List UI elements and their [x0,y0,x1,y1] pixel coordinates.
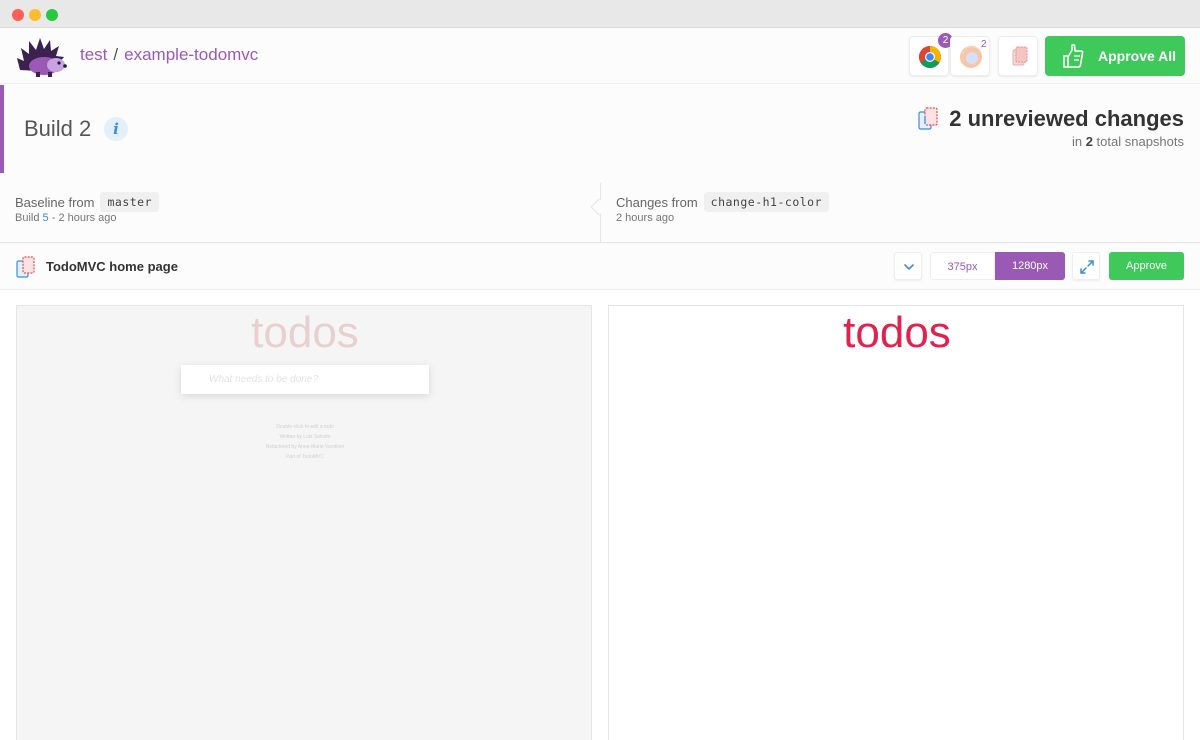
width-selector: 375px 1280px [930,252,1065,280]
build-summary: Build 2 i 2 unreviewed changes in 2 tota… [0,85,1200,173]
baseline-build-link[interactable]: 5 [43,212,49,224]
snapshot-header: TodoMVC home page 375px 1280px Approve [0,243,1200,290]
collapse-snapshot-button[interactable] [894,252,922,280]
expand-icon [1080,260,1094,274]
baseline-footer-line: Written by Luis Salvato [279,434,331,440]
total-snapshots-suffix: total snapshots [1096,134,1184,149]
close-window-button[interactable] [12,9,24,21]
changes-time: 2 hours ago [616,212,675,224]
baseline-branch: Baseline from master [15,192,160,212]
unreviewed-changes-summary: 2 unreviewed changes [917,106,1184,132]
branch-comparison: Baseline from master Build 5 - 2 hours a… [0,173,1200,243]
changed-todos-heading: todos [843,308,951,357]
changes-branch: Changes from change-h1-color [616,192,830,212]
baseline-branch-name: master [100,192,160,212]
changed-snapshot-panel[interactable]: todos [608,305,1184,740]
hedgehog-logo-icon[interactable] [14,34,68,78]
width-1280-button[interactable]: 1280px [995,252,1065,280]
snapshot-name: TodoMVC home page [46,259,178,274]
unreviewed-changes-count: 2 unreviewed changes [949,106,1184,131]
baseline-label: Baseline from [15,194,95,210]
app-header: test / example-todomvc 2 2 Approve All [0,28,1200,84]
minimize-window-button[interactable] [29,9,41,21]
breadcrumb-org-link[interactable]: test [80,45,107,64]
approve-all-button[interactable]: Approve All [1045,36,1185,76]
snapshot-diff-icon [1012,46,1028,66]
thumbs-up-icon [1063,44,1084,68]
firefox-browser-button[interactable]: 2 [950,36,990,76]
baseline-footer-line: Part of TodoMVC [286,454,324,460]
baseline-snapshot-panel[interactable]: todos What needs to be done? Double-clic… [16,305,592,740]
fullscreen-button[interactable] [1072,252,1100,280]
total-snapshots-count: 2 [1085,134,1093,149]
approve-all-label: Approve All [1098,48,1177,64]
screenshot-toggle-button[interactable] [998,36,1038,76]
changes-label: Changes from [616,194,698,210]
branch-divider-arrow [590,198,608,216]
breadcrumb-project-link[interactable]: example-todomvc [124,45,258,64]
snapshot-diff-icon [918,107,938,130]
baseline-todos-heading: todos [251,308,359,357]
build-title: Build 2 [24,116,92,141]
snapshot-diff-icon [16,256,35,278]
firefox-change-count-badge: 2 [981,39,987,50]
approve-snapshot-button[interactable]: Approve [1109,252,1184,280]
info-icon[interactable]: i [104,117,128,141]
chevron-down-icon [904,264,914,271]
total-snapshots: in 2 total snapshots [1072,134,1184,149]
changes-branch-name: change-h1-color [703,192,830,212]
baseline-footer-info: Double-click to edit a todo Written by L… [17,422,591,462]
baseline-new-todo-input: What needs to be done? [181,365,429,394]
window-titlebar [0,0,1200,28]
baseline-build-prefix: Build [15,212,40,224]
baseline-footer-line: Double-click to edit a todo [276,424,334,430]
baseline-build-meta: Build 5 - 2 hours ago [15,212,117,224]
maximize-window-button[interactable] [46,9,58,21]
breadcrumb: test / example-todomvc [80,45,258,65]
chrome-browser-button[interactable]: 2 [909,33,953,76]
total-snapshots-prefix: in [1071,134,1083,149]
build-status-accent [0,85,4,173]
breadcrumb-separator: / [113,45,119,64]
width-375-button[interactable]: 375px [930,252,995,280]
baseline-build-time: - 2 hours ago [51,212,117,224]
baseline-footer-line: Refactored by Anne-Marie Vandiver [265,444,345,450]
